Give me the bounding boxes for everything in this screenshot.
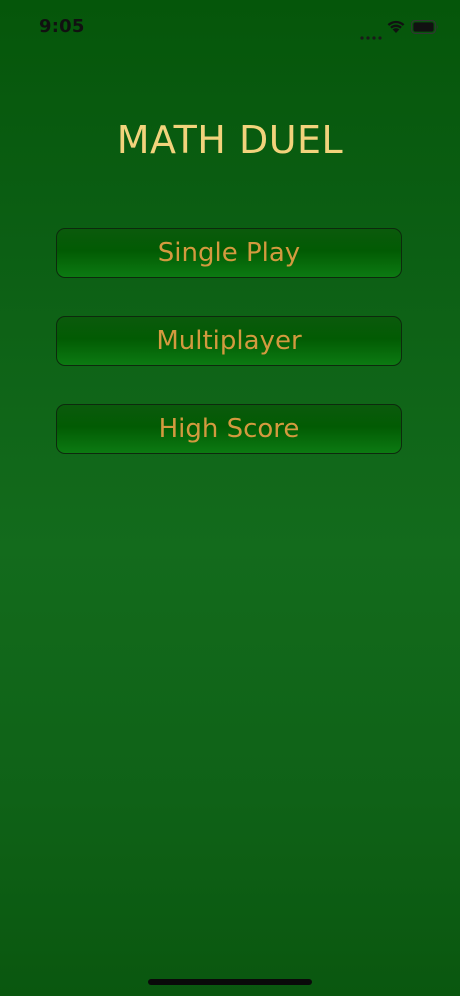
high-score-label: High Score xyxy=(158,414,300,444)
high-score-button[interactable]: High Score xyxy=(56,404,402,454)
multiplayer-label: Multiplayer xyxy=(156,326,302,356)
cellular-signal-dots-icon xyxy=(360,27,382,40)
home-indicator[interactable] xyxy=(148,979,312,985)
single-play-label: Single Play xyxy=(157,238,301,268)
status-time: 9:05 xyxy=(39,16,85,37)
single-play-button[interactable]: Single Play xyxy=(56,228,402,278)
app-title: MATH DUEL xyxy=(116,118,344,162)
multiplayer-button[interactable]: Multiplayer xyxy=(56,316,402,366)
battery-full-icon xyxy=(411,20,439,39)
status-bar: 9:05 xyxy=(0,0,460,56)
wifi-icon xyxy=(386,18,406,39)
